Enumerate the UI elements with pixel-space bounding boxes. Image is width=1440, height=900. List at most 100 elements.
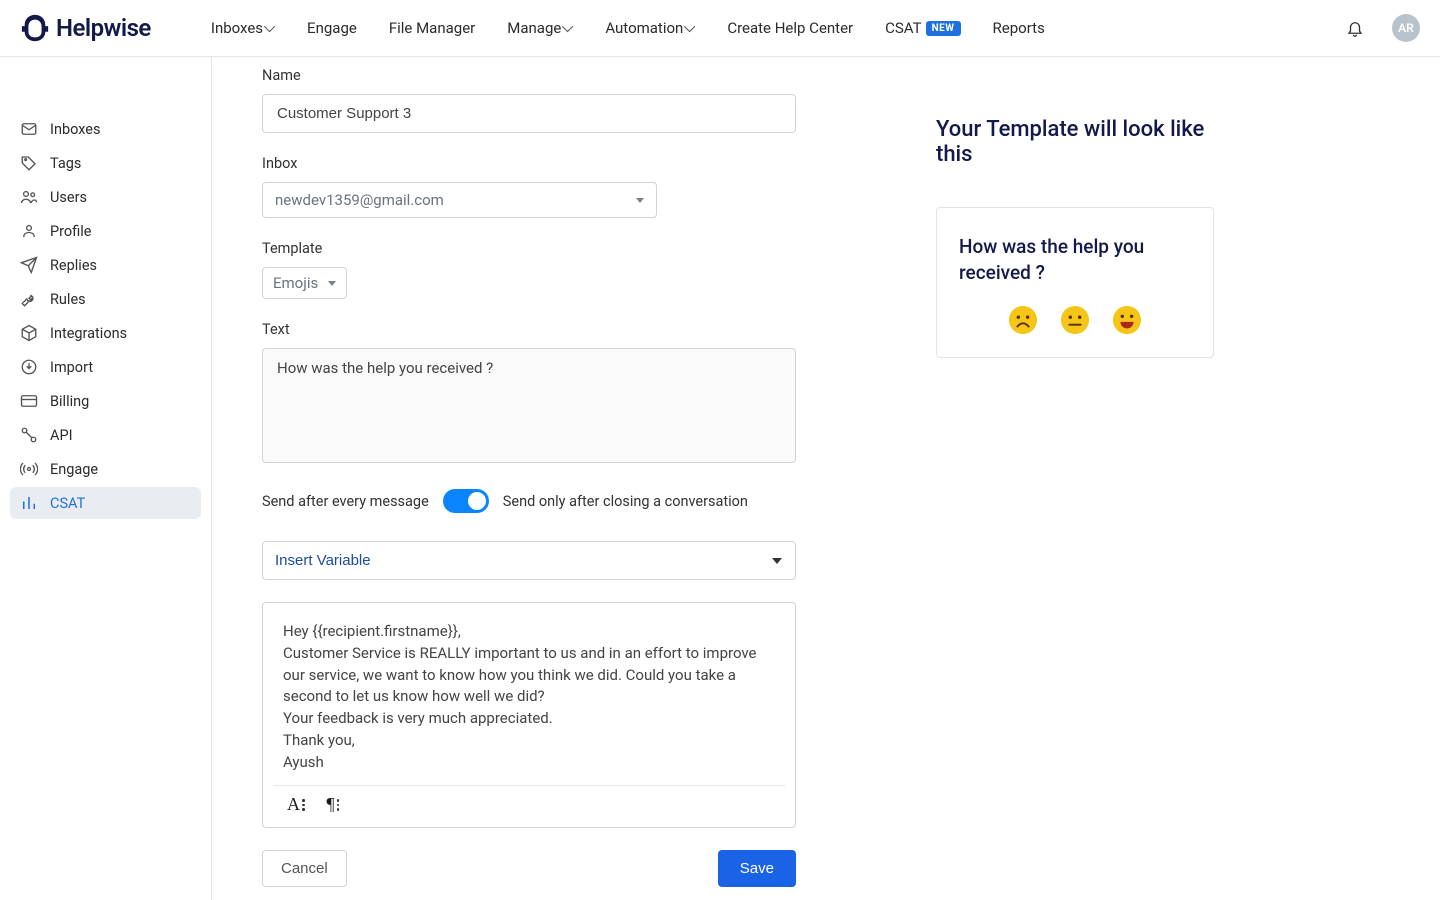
inbox-selected-value: newdev1359@gmail.com xyxy=(275,191,444,209)
sidebar-item-label: Users xyxy=(50,189,87,206)
inbox-label: Inbox xyxy=(262,155,796,172)
nav-create-help-center[interactable]: Create Help Center xyxy=(727,19,853,37)
nav-file-manager[interactable]: File Manager xyxy=(389,19,475,37)
nav-item-label: Manage xyxy=(507,19,561,37)
toggle-left-label: Send after every message xyxy=(262,493,429,510)
tag-icon xyxy=(20,154,38,172)
template-selected-value: Emojis xyxy=(273,274,318,292)
toggle-right-label: Send only after closing a conversation xyxy=(503,493,748,510)
message-body-content[interactable]: Hey {{recipient.firstname}}, Customer Se… xyxy=(263,603,795,785)
mail-icon xyxy=(20,120,38,138)
font-format-button[interactable]: A xyxy=(287,794,305,815)
nav-items: Inboxes Engage File Manager Manage Autom… xyxy=(211,19,1045,37)
nav-csat[interactable]: CSAT NEW xyxy=(885,19,960,37)
broadcast-icon xyxy=(20,460,38,478)
nav-engage[interactable]: Engage xyxy=(307,19,357,37)
preview-heading: Your Template will look like this xyxy=(936,117,1226,167)
emoji-rating-row xyxy=(959,305,1191,335)
sidebar-item-label: Replies xyxy=(50,257,97,274)
nav-automation[interactable]: Automation xyxy=(605,19,695,37)
sidebar-item-tags[interactable]: Tags xyxy=(10,147,201,179)
sidebar-item-integrations[interactable]: Integrations xyxy=(10,317,201,349)
cancel-button[interactable]: Cancel xyxy=(262,850,347,887)
emoji-happy-icon xyxy=(1112,305,1142,335)
sidebar-item-label: Engage xyxy=(50,461,98,478)
chevron-down-icon xyxy=(636,198,644,203)
nav-item-label: Automation xyxy=(605,19,683,37)
insert-variable-select[interactable]: Insert Variable xyxy=(262,541,796,580)
editor-toolbar: A ¶ xyxy=(273,785,785,827)
nav-item-label: Reports xyxy=(993,19,1045,37)
emoji-neutral-icon xyxy=(1060,305,1090,335)
import-icon xyxy=(20,358,38,376)
save-button[interactable]: Save xyxy=(718,850,796,887)
template-select[interactable]: Emojis xyxy=(262,267,347,299)
sidebar-item-api[interactable]: API xyxy=(10,419,201,451)
chevron-down-icon xyxy=(328,281,336,286)
nav-reports[interactable]: Reports xyxy=(993,19,1045,37)
chevron-down-icon xyxy=(264,21,275,32)
form-footer: Cancel Save xyxy=(262,850,796,887)
sidebar-item-label: Import xyxy=(50,359,93,376)
preview-question: How was the help you received ? xyxy=(959,234,1191,285)
top-nav: Helpwise Inboxes Engage File Manager Man… xyxy=(0,0,1440,57)
nav-item-label: Create Help Center xyxy=(727,19,853,37)
template-label: Template xyxy=(262,240,796,257)
nav-item-label: Engage xyxy=(307,19,357,37)
sidebar-item-billing[interactable]: Billing xyxy=(10,385,201,417)
sidebar-item-profile[interactable]: Profile xyxy=(10,215,201,247)
text-label: Text xyxy=(262,321,796,338)
avatar-initials: AR xyxy=(1398,21,1414,35)
sidebar-item-label: Inboxes xyxy=(50,121,100,138)
brand-name: Helpwise xyxy=(56,14,151,42)
send-timing-toggle-row: Send after every message Send only after… xyxy=(262,489,796,513)
sidebar-item-label: Billing xyxy=(50,393,89,410)
nav-item-label: CSAT xyxy=(885,19,921,37)
switch-knob xyxy=(468,492,486,510)
profile-icon xyxy=(20,222,38,240)
name-label: Name xyxy=(262,67,796,84)
new-badge: NEW xyxy=(926,21,961,36)
sidebar-item-import[interactable]: Import xyxy=(10,351,201,383)
sidebar-item-replies[interactable]: Replies xyxy=(10,249,201,281)
card-icon xyxy=(20,392,38,410)
emoji-sad-icon xyxy=(1008,305,1038,335)
nav-manage[interactable]: Manage xyxy=(507,19,573,37)
send-icon xyxy=(20,256,38,274)
chart-icon xyxy=(20,494,38,512)
users-icon xyxy=(20,188,38,206)
preview-card: How was the help you received ? xyxy=(936,207,1214,358)
paragraph-format-button[interactable]: ¶ xyxy=(327,794,340,815)
sidebar-item-csat[interactable]: CSAT xyxy=(10,487,201,519)
nav-item-label: Inboxes xyxy=(211,19,263,37)
message-body-editor: Hey {{recipient.firstname}}, Customer Se… xyxy=(262,602,796,828)
api-icon xyxy=(20,426,38,444)
avatar[interactable]: AR xyxy=(1392,14,1420,42)
chevron-down-icon xyxy=(684,21,695,32)
settings-sidebar: Inboxes Tags Users Profile Replies xyxy=(0,57,212,900)
text-input[interactable] xyxy=(262,348,796,463)
sidebar-item-inboxes[interactable]: Inboxes xyxy=(10,113,201,145)
main-content: Name Inbox newdev1359@gmail.com Template… xyxy=(212,57,1440,900)
csat-form: Name Inbox newdev1359@gmail.com Template… xyxy=(262,67,796,900)
chevron-down-icon xyxy=(562,21,573,32)
name-input[interactable] xyxy=(262,94,796,133)
helpwise-logo-icon xyxy=(20,13,50,43)
sidebar-item-engage[interactable]: Engage xyxy=(10,453,201,485)
sidebar-item-label: Tags xyxy=(50,155,81,172)
sidebar-item-rules[interactable]: Rules xyxy=(10,283,201,315)
send-timing-switch[interactable] xyxy=(443,489,489,513)
sidebar-item-users[interactable]: Users xyxy=(10,181,201,213)
sidebar-item-label: API xyxy=(50,427,73,444)
insert-variable-wrap: Insert Variable xyxy=(262,541,796,580)
brand-logo[interactable]: Helpwise xyxy=(20,13,151,43)
sidebar-item-label: Integrations xyxy=(50,325,127,342)
template-preview: Your Template will look like this How wa… xyxy=(936,67,1226,900)
bell-icon[interactable] xyxy=(1346,19,1364,37)
nav-inboxes[interactable]: Inboxes xyxy=(211,19,275,37)
sidebar-item-label: Rules xyxy=(50,291,86,308)
inbox-select[interactable]: newdev1359@gmail.com xyxy=(262,182,657,218)
box-icon xyxy=(20,324,38,342)
wrench-icon xyxy=(20,290,38,308)
sidebar-item-label: CSAT xyxy=(50,495,85,512)
